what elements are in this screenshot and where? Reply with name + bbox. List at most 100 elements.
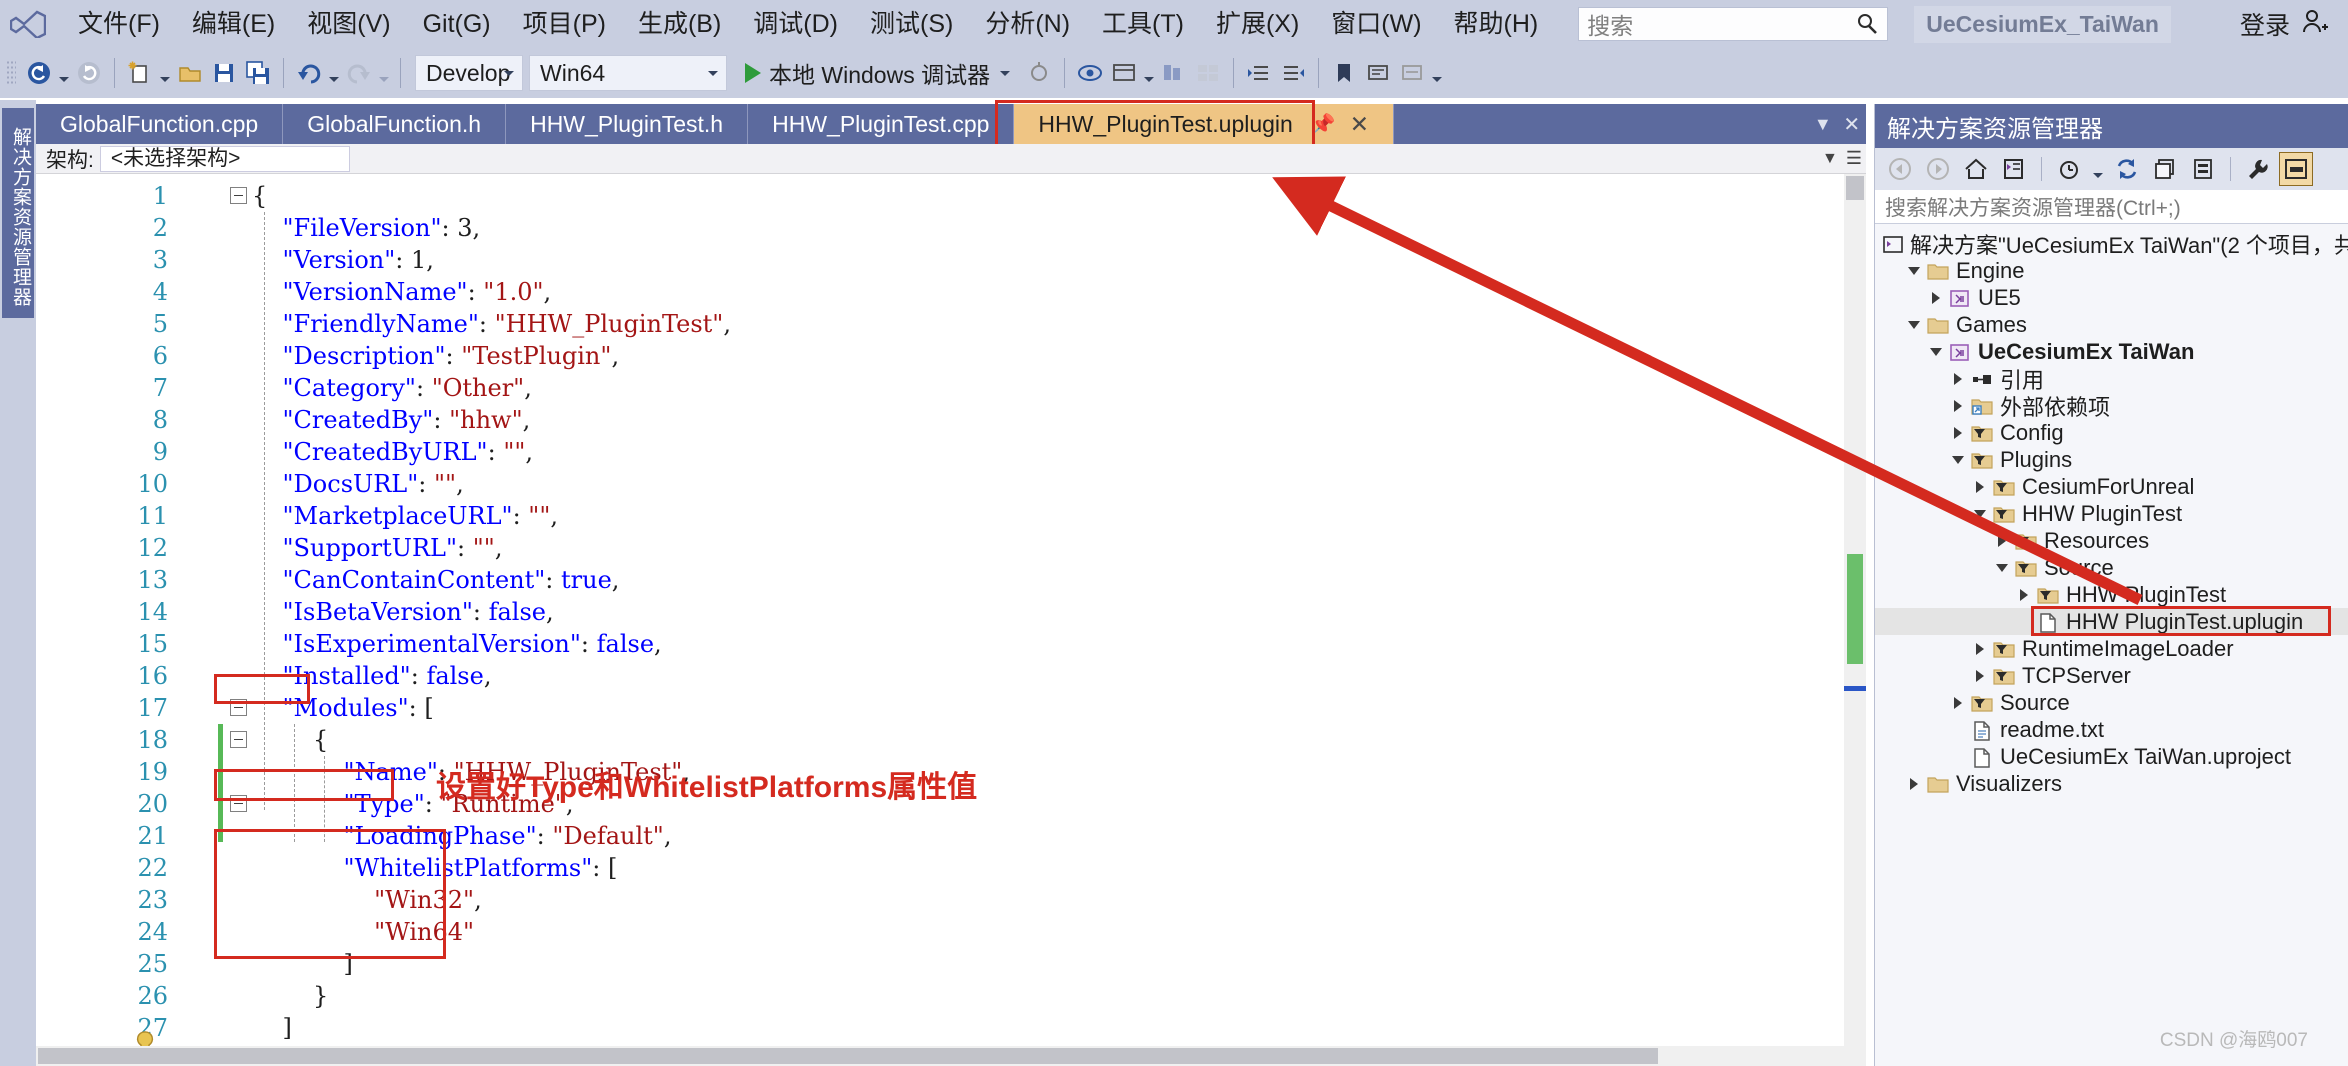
properties-wrench-icon[interactable] (2241, 152, 2275, 186)
code-line[interactable]: "CreatedByURL": "", (252, 436, 1866, 468)
signin-button[interactable]: 登录 (2240, 6, 2290, 42)
chevron-down-icon[interactable]: ▼ (1822, 150, 1838, 168)
navigate-back-icon[interactable] (22, 55, 56, 91)
left-rail-solution-explorer-tab[interactable]: 解决方案资源管理器 (2, 108, 34, 318)
code-line[interactable]: "WhitelistPlatforms": [ (252, 852, 1866, 884)
home-icon[interactable] (1959, 152, 1993, 186)
code-line[interactable]: "CanContainContent": true, (252, 564, 1866, 596)
editor-tab-hhw-plugintest-h[interactable]: HHW_PluginTest.h (506, 104, 749, 144)
editor-tab-globalfunction-cpp[interactable]: GlobalFunction.cpp (36, 104, 284, 144)
tree-item[interactable]: UeCesiumEx TaiWan (1875, 338, 2348, 365)
tree-item[interactable]: CesiumForUnreal (1875, 473, 2348, 500)
menu-view[interactable]: 视图(V) (291, 0, 406, 48)
menu-analyze[interactable]: 分析(N) (969, 0, 1086, 48)
code-line[interactable]: "FileVersion": 3, (252, 212, 1866, 244)
chevron-right-icon[interactable] (1947, 426, 1969, 439)
chevron-right-icon[interactable] (1969, 669, 1991, 682)
layout-icon[interactable] (1107, 55, 1141, 91)
chevron-right-icon[interactable] (1947, 399, 1969, 412)
account-add-icon[interactable] (2300, 7, 2330, 42)
columns-icon[interactable] (1157, 55, 1191, 91)
chevron-right-icon[interactable] (1969, 642, 1991, 655)
pin-icon[interactable]: 📌 (1311, 112, 1336, 137)
search-icon[interactable] (1855, 12, 1879, 41)
toolbar-grip[interactable] (6, 60, 16, 86)
editor-horizontal-scrollbar[interactable] (36, 1046, 1866, 1066)
tree-item[interactable]: Source (1875, 689, 2348, 716)
toolbar-overflow-icon[interactable] (1429, 55, 1445, 91)
chevron-down-icon[interactable] (1903, 266, 1925, 275)
menu-test[interactable]: 测试(S) (854, 0, 969, 48)
chevron-right-icon[interactable] (1925, 291, 1947, 304)
editor-hscroll-thumb[interactable] (38, 1048, 1658, 1064)
menu-project[interactable]: 项目(P) (507, 0, 622, 48)
global-search-input[interactable]: 搜索 (1578, 7, 1889, 41)
code-line[interactable]: { (252, 180, 1866, 212)
tree-item[interactable]: Engine (1875, 257, 2348, 284)
chevron-down-icon[interactable] (1947, 455, 1969, 464)
indent-icon[interactable] (1242, 55, 1276, 91)
fold-toggle-line-22[interactable] (230, 795, 247, 812)
close-icon[interactable]: ✕ (1843, 112, 1860, 137)
code-line[interactable]: "DocsURL": "", (252, 468, 1866, 500)
tree-item[interactable]: UeCesiumEx TaiWan.uproject (1875, 743, 2348, 770)
menu-extensions[interactable]: 扩展(X) (1200, 0, 1315, 48)
code-line[interactable]: "CreatedBy": "hhw", (252, 404, 1866, 436)
preview-icon[interactable] (1073, 55, 1107, 91)
layout-dropdown-icon[interactable] (1141, 55, 1157, 91)
grid-icon[interactable] (1191, 55, 1225, 91)
save-all-icon[interactable] (241, 55, 275, 91)
editor-tab-hhw-plugintest-uplugin[interactable]: HHW_PluginTest.uplugin 📌 ✕ (1014, 104, 1395, 144)
tree-item[interactable]: readme.txt (1875, 716, 2348, 743)
editor-vscroll-thumb[interactable] (1846, 176, 1864, 200)
code-line[interactable]: "Win64" (252, 916, 1866, 948)
tree-item[interactable]: 解决方案"UeCesiumEx TaiWan"(2 个项目，共 2 个) (1875, 230, 2348, 258)
tree-item[interactable]: Resources (1875, 527, 2348, 554)
tree-item[interactable]: HHW PluginTest (1875, 500, 2348, 527)
tree-item[interactable]: Visualizers (1875, 770, 2348, 797)
refresh-icon[interactable] (2110, 152, 2144, 186)
menu-window[interactable]: 窗口(W) (1315, 0, 1437, 48)
tree-item[interactable]: Source (1875, 554, 2348, 581)
undo-dropdown-icon[interactable] (326, 55, 342, 91)
navbar-architecture-select[interactable]: <未选择架构> (99, 145, 350, 172)
code-line[interactable]: "SupportURL": "", (252, 532, 1866, 564)
chevron-down-icon[interactable] (1925, 347, 1947, 356)
collapse-all-icon[interactable] (2148, 152, 2182, 186)
navigate-forward-icon[interactable] (72, 55, 106, 91)
menu-edit[interactable]: 编辑(E) (176, 0, 291, 48)
preview-selected-items-icon[interactable] (2279, 152, 2313, 186)
chevron-right-icon[interactable] (1947, 696, 1969, 709)
tree-item[interactable]: HHW PluginTest (1875, 581, 2348, 608)
tree-item[interactable]: 外部依赖项 (1875, 392, 2348, 420)
chevron-down-icon[interactable]: ▼ (1814, 114, 1832, 135)
fold-toggle-line-17[interactable] (230, 699, 247, 716)
code-line[interactable]: "Description": "TestPlugin", (252, 340, 1866, 372)
editor-tab-hhw-plugintest-cpp[interactable]: HHW_PluginTest.cpp (748, 104, 1015, 144)
tree-item[interactable]: UE5 (1875, 284, 2348, 311)
show-all-files-icon[interactable] (2186, 152, 2220, 186)
menu-debug[interactable]: 调试(D) (737, 0, 854, 48)
comment-icon[interactable] (1361, 55, 1395, 91)
solution-configuration-combo[interactable]: Develop (415, 55, 523, 91)
code-line[interactable]: "LoadingPhase": "Default", (252, 820, 1866, 852)
solution-explorer-search-input[interactable]: 搜索解决方案资源管理器(Ctrl+;) (1875, 190, 2348, 224)
chevron-down-icon[interactable] (1991, 563, 2013, 572)
chevron-right-icon[interactable] (1991, 534, 2013, 547)
chevron-right-icon[interactable] (1903, 777, 1925, 790)
code-line[interactable]: "Win32", (252, 884, 1866, 916)
menu-git[interactable]: Git(G) (407, 0, 507, 48)
chevron-down-icon[interactable] (1000, 70, 1011, 76)
menu-help[interactable]: 帮助(H) (1438, 0, 1555, 48)
editor-vertical-scrollbar[interactable] (1844, 174, 1866, 1066)
menu-tools[interactable]: 工具(T) (1086, 0, 1200, 48)
code-line[interactable]: "Modules": [ (252, 692, 1866, 724)
navigate-back-dropdown-icon[interactable] (56, 55, 72, 91)
code-line[interactable]: "FriendlyName": "HHW_PluginTest", (252, 308, 1866, 340)
sync-with-active-document-icon[interactable] (1997, 152, 2031, 186)
code-editor[interactable]: 1 2 3 4 5 6 7 8 9 10 11 12 13 14 15 16 17 18 19 20 21 22 23 24 2… (36, 174, 1866, 1066)
redo-icon[interactable] (342, 55, 376, 91)
code-line[interactable]: "VersionName": "1.0", (252, 276, 1866, 308)
code-line[interactable]: ] (252, 1012, 1866, 1044)
new-project-icon[interactable] (123, 55, 157, 91)
